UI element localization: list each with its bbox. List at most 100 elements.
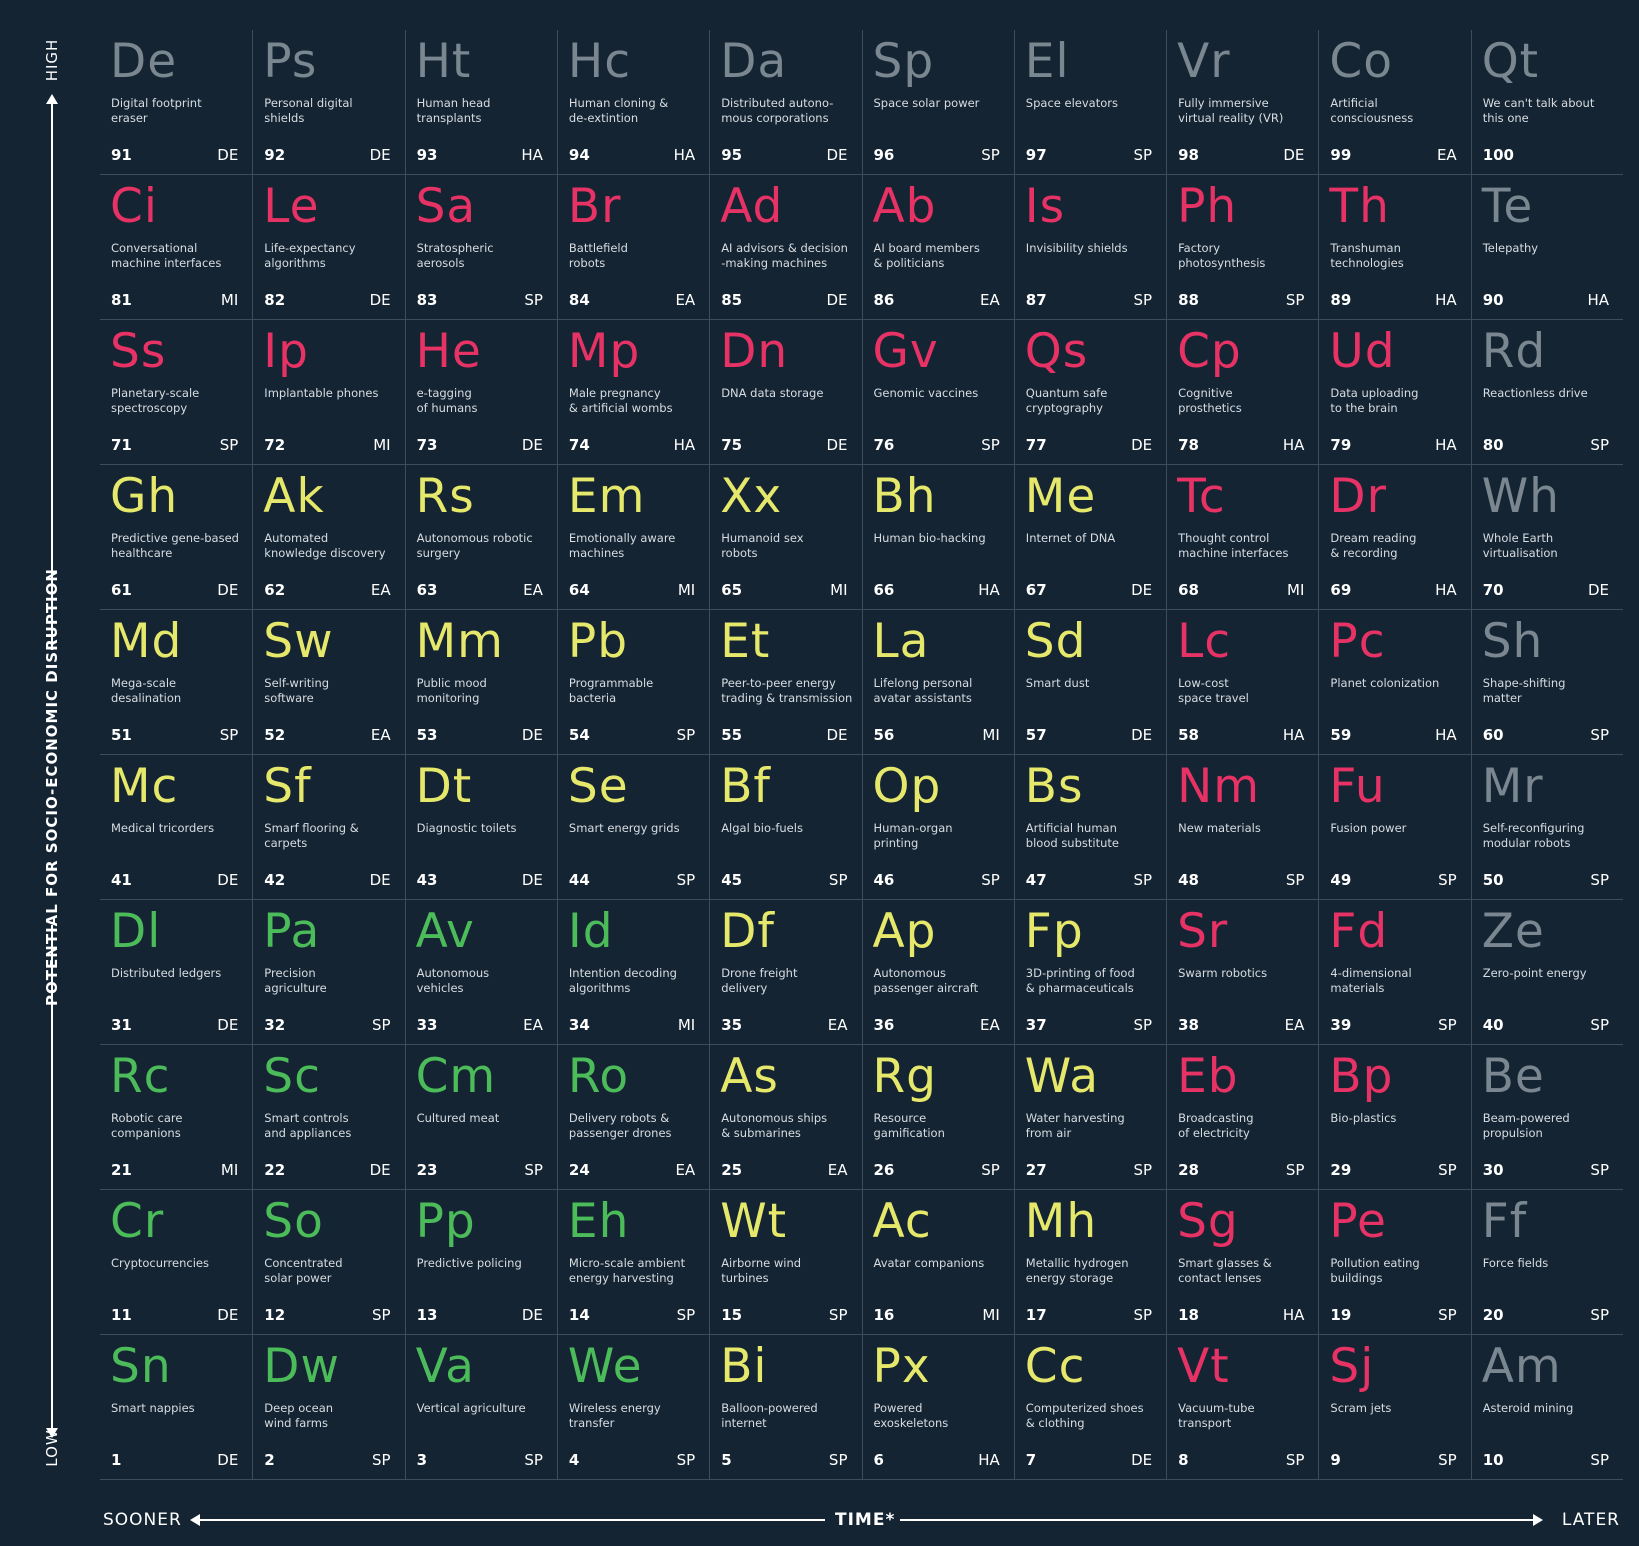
element-cell-ph[interactable]: Ph Factory photosynthesis 88 SP xyxy=(1166,175,1319,320)
element-cell-rs[interactable]: Rs Autonomous robotic surgery 63 EA xyxy=(404,465,557,610)
element-cell-bi[interactable]: Bi Balloon-powered internet 5 SP xyxy=(709,1335,862,1480)
element-cell-pb[interactable]: Pb Programmable bacteria 54 SP xyxy=(556,610,710,755)
element-cell-la[interactable]: La Lifelong personal avatar assistants 56 M… xyxy=(861,610,1014,755)
element-cell-tc[interactable]: Tc Thought control machine interfaces 68 MI xyxy=(1166,465,1319,610)
element-cell-mm[interactable]: Mm Public mood monitoring 53 DE xyxy=(404,610,557,755)
element-cell-is[interactable]: Is Invisibility shields 87 SP xyxy=(1013,175,1167,320)
element-cell-sj[interactable]: Sj Scram jets 9 SP xyxy=(1318,1335,1471,1480)
element-cell-cp[interactable]: Cp Cognitive prosthetics 78 HA xyxy=(1166,320,1319,465)
element-cell-fp[interactable]: Fp 3D-printing of food & pharmaceuticals 3… xyxy=(1013,900,1167,1045)
element-cell-cr[interactable]: Cr Cryptocurrencies 11 DE xyxy=(100,1190,253,1335)
element-cell-bf[interactable]: Bf Algal bio-fuels 45 SP xyxy=(709,755,862,900)
element-cell-bp[interactable]: Bp Bio-plastics 29 SP xyxy=(1318,1045,1471,1190)
element-cell-rd[interactable]: Rd Reactionless drive 80 SP xyxy=(1470,320,1623,465)
element-cell-df[interactable]: Df Drone freight delivery 35 EA xyxy=(709,900,862,1045)
element-cell-sc[interactable]: Sc Smart controls and appliances 22 DE xyxy=(252,1045,405,1190)
element-cell-bs[interactable]: Bs Artificial human blood substitute 47 SP xyxy=(1013,755,1167,900)
element-cell-pa[interactable]: Pa Precision agriculture 32 SP xyxy=(252,900,405,1045)
element-cell-cc[interactable]: Cc Computerized shoes & clothing 7 DE xyxy=(1013,1335,1167,1480)
element-cell-ab[interactable]: Ab AI board members & politicians 86 EA xyxy=(861,175,1014,320)
element-cell-av[interactable]: Av Autonomous vehicles 33 EA xyxy=(404,900,557,1045)
element-cell-ss[interactable]: Ss Planetary-scale spectroscopy 71 SP xyxy=(100,320,253,465)
element-cell-vr[interactable]: Vr Fully immersive virtual reality (VR) 98… xyxy=(1166,30,1319,175)
element-cell-ht[interactable]: Ht Human head transplants 93 HA xyxy=(404,30,557,175)
element-cell-de[interactable]: De Digital footprint eraser 91 DE xyxy=(100,30,253,175)
element-cell-le[interactable]: Le Life-expectancy algorithms 82 DE xyxy=(252,175,405,320)
element-cell-va[interactable]: Va Vertical agriculture 3 SP xyxy=(404,1335,557,1480)
element-cell-dn[interactable]: Dn DNA data storage 75 DE xyxy=(709,320,862,465)
element-cell-sn[interactable]: Sn Smart nappies 1 DE xyxy=(100,1335,253,1480)
element-cell-pe[interactable]: Pe Pollution eating buildings 19 SP xyxy=(1318,1190,1471,1335)
element-cell-mr[interactable]: Mr Self-reconfiguring modular robots 50 SP xyxy=(1470,755,1623,900)
element-cell-el[interactable]: El Space elevators 97 SP xyxy=(1013,30,1167,175)
element-cell-mh[interactable]: Mh Metallic hydrogen energy storage 17 SP xyxy=(1013,1190,1167,1335)
element-cell-gh[interactable]: Gh Predictive gene-based healthcare 61 DE xyxy=(100,465,253,610)
element-cell-rc[interactable]: Rc Robotic care companions 21 MI xyxy=(100,1045,253,1190)
element-cell-xx[interactable]: Xx Humanoid sex robots 65 MI xyxy=(709,465,862,610)
element-cell-se[interactable]: Se Smart energy grids 44 SP xyxy=(556,755,710,900)
element-cell-th[interactable]: Th Transhuman technologies 89 HA xyxy=(1318,175,1471,320)
element-cell-ze[interactable]: Ze Zero-point energy 40 SP xyxy=(1470,900,1623,1045)
element-cell-sw[interactable]: Sw Self-writing software 52 EA xyxy=(252,610,405,755)
element-cell-ac[interactable]: Ac Avatar companions 16 MI xyxy=(861,1190,1014,1335)
element-cell-wh[interactable]: Wh Whole Earth virtualisation 70 DE xyxy=(1470,465,1623,610)
element-cell-mc[interactable]: Mc Medical tricorders 41 DE xyxy=(100,755,253,900)
element-cell-br[interactable]: Br Battlefield robots 84 EA xyxy=(556,175,710,320)
element-cell-am[interactable]: Am Asteroid mining 10 SP xyxy=(1470,1335,1623,1480)
element-cell-ip[interactable]: Ip Implantable phones 72 MI xyxy=(252,320,405,465)
element-cell-he[interactable]: He e-tagging of humans 73 DE xyxy=(404,320,557,465)
element-cell-op[interactable]: Op Human-organ printing 46 SP xyxy=(861,755,1014,900)
element-cell-vt[interactable]: Vt Vacuum-tube transport 8 SP xyxy=(1166,1335,1319,1480)
element-cell-nm[interactable]: Nm New materials 48 SP xyxy=(1166,755,1319,900)
element-cell-pp[interactable]: Pp Predictive policing 13 DE xyxy=(404,1190,557,1335)
element-cell-fu[interactable]: Fu Fusion power 49 SP xyxy=(1318,755,1471,900)
element-cell-lc[interactable]: Lc Low-cost space travel 58 HA xyxy=(1166,610,1319,755)
element-cell-ud[interactable]: Ud Data uploading to the brain 79 HA xyxy=(1318,320,1471,465)
element-cell-id[interactable]: Id Intention decoding algorithms 34 MI xyxy=(556,900,710,1045)
element-cell-sp[interactable]: Sp Space solar power 96 SP xyxy=(861,30,1014,175)
element-cell-as[interactable]: As Autonomous ships & submarines 25 EA xyxy=(709,1045,862,1190)
element-cell-cm[interactable]: Cm Cultured meat 23 SP xyxy=(404,1045,557,1190)
element-cell-md[interactable]: Md Mega-scale desalination 51 SP xyxy=(100,610,253,755)
element-cell-we[interactable]: We Wireless energy transfer 4 SP xyxy=(556,1335,710,1480)
element-cell-bh[interactable]: Bh Human bio-hacking 66 HA xyxy=(861,465,1014,610)
element-cell-qs[interactable]: Qs Quantum safe cryptography 77 DE xyxy=(1013,320,1167,465)
element-cell-ap[interactable]: Ap Autonomous passenger aircraft 36 EA xyxy=(861,900,1014,1045)
element-cell-pc[interactable]: Pc Planet colonization 59 HA xyxy=(1318,610,1471,755)
element-cell-eh[interactable]: Eh Micro-scale ambient energy harvesting 1… xyxy=(556,1190,710,1335)
element-cell-rg[interactable]: Rg Resource gamification 26 SP xyxy=(861,1045,1014,1190)
element-cell-eb[interactable]: Eb Broadcasting of electricity 28 SP xyxy=(1166,1045,1319,1190)
element-cell-fd[interactable]: Fd 4-dimensional materials 39 SP xyxy=(1318,900,1471,1045)
element-cell-sg[interactable]: Sg Smart glasses & contact lenses 18 HA xyxy=(1166,1190,1319,1335)
element-cell-dw[interactable]: Dw Deep ocean wind farms 2 SP xyxy=(252,1335,405,1480)
element-cell-da[interactable]: Da Distributed autono- mous corporations 9… xyxy=(709,30,862,175)
element-cell-te[interactable]: Te Telepathy 90 HA xyxy=(1470,175,1623,320)
element-cell-sd[interactable]: Sd Smart dust 57 DE xyxy=(1013,610,1167,755)
element-cell-co[interactable]: Co Artificial consciousness 99 EA xyxy=(1318,30,1471,175)
element-cell-ak[interactable]: Ak Automated knowledge discovery 62 EA xyxy=(252,465,405,610)
element-cell-ps[interactable]: Ps Personal digital shields 92 DE xyxy=(252,30,405,175)
element-cell-px[interactable]: Px Powered exoskeletons 6 HA xyxy=(861,1335,1014,1480)
element-cell-ff[interactable]: Ff Force fields 20 SP xyxy=(1470,1190,1623,1335)
element-cell-mp[interactable]: Mp Male pregnancy & artificial wombs 74 HA xyxy=(556,320,710,465)
element-cell-dl[interactable]: Dl Distributed ledgers 31 DE xyxy=(100,900,253,1045)
element-cell-me[interactable]: Me Internet of DNA 67 DE xyxy=(1013,465,1167,610)
element-cell-dr[interactable]: Dr Dream reading & recording 69 HA xyxy=(1318,465,1471,610)
element-cell-sh[interactable]: Sh Shape-shifting matter 60 SP xyxy=(1470,610,1623,755)
element-cell-gv[interactable]: Gv Genomic vaccines 76 SP xyxy=(861,320,1014,465)
element-cell-wt[interactable]: Wt Airborne wind turbines 15 SP xyxy=(709,1190,862,1335)
element-cell-dt[interactable]: Dt Diagnostic toilets 43 DE xyxy=(404,755,557,900)
element-cell-ad[interactable]: Ad AI advisors & decision -making machine… xyxy=(709,175,862,320)
element-cell-sf[interactable]: Sf Smarf flooring & carpets 42 DE xyxy=(252,755,405,900)
element-cell-wa[interactable]: Wa Water harvesting from air 27 SP xyxy=(1013,1045,1167,1190)
element-cell-sr[interactable]: Sr Swarm robotics 38 EA xyxy=(1166,900,1319,1045)
element-cell-em[interactable]: Em Emotionally aware machines 64 MI xyxy=(556,465,710,610)
element-cell-et[interactable]: Et Peer-to-peer energy trading & transmis… xyxy=(709,610,862,755)
element-cell-so[interactable]: So Concentrated solar power 12 SP xyxy=(252,1190,405,1335)
element-cell-qt[interactable]: Qt We can't talk about this one 100 xyxy=(1470,30,1623,175)
element-cell-hc[interactable]: Hc Human cloning & de-extintion 94 HA xyxy=(556,30,710,175)
element-cell-be[interactable]: Be Beam-powered propulsion 30 SP xyxy=(1470,1045,1623,1190)
element-cell-ci[interactable]: Ci Conversational machine interfaces 81 MI xyxy=(100,175,253,320)
element-cell-sa[interactable]: Sa Stratospheric aerosols 83 SP xyxy=(404,175,557,320)
element-cell-ro[interactable]: Ro Delivery robots & passenger drones 24 EA xyxy=(556,1045,710,1190)
